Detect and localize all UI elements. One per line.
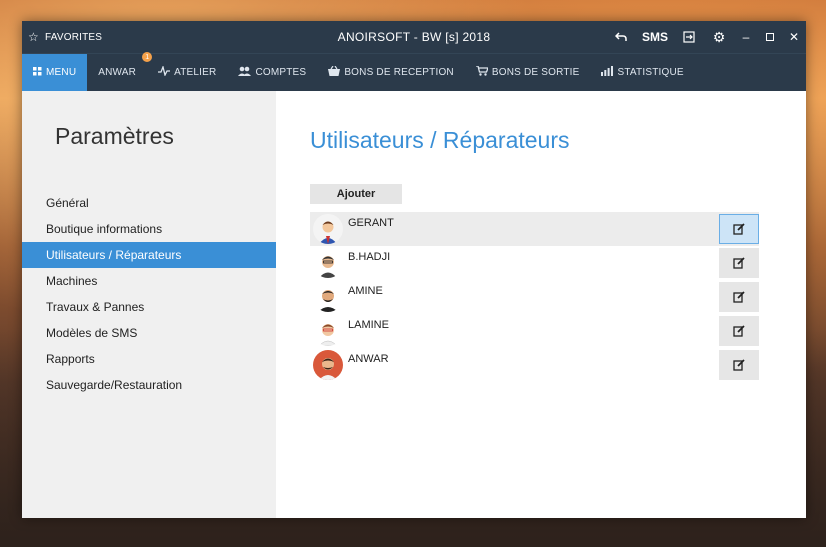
- menu-tab-label: ATELIER: [174, 67, 217, 78]
- bar-chart-icon: [601, 66, 614, 79]
- cart-icon: [475, 65, 489, 79]
- menu-tab-atelier[interactable]: ATELIER: [147, 54, 227, 91]
- user-name: AMINE: [348, 285, 383, 297]
- user-name: GERANT: [348, 217, 394, 229]
- menu-tab-bons-sortie[interactable]: BONS DE SORTIE: [465, 54, 591, 91]
- sidebar-item-travaux[interactable]: Travaux & Pannes: [22, 294, 276, 320]
- menu-tab-label: COMPTES: [255, 67, 307, 78]
- title-actions: SMS ⚙ – ✕: [606, 21, 806, 53]
- export-button[interactable]: [674, 21, 704, 53]
- sidebar-title: Paramètres: [55, 123, 174, 149]
- menu-bar: MENU ANWAR 1 ATELIER COMPTES BONS DE REC…: [22, 52, 806, 91]
- edit-user-button[interactable]: [719, 350, 759, 380]
- settings-button[interactable]: ⚙: [704, 21, 734, 53]
- maximize-button[interactable]: [758, 21, 782, 53]
- minimize-icon: –: [742, 30, 750, 44]
- settings-sidebar: Paramètres Général Boutique informations…: [22, 91, 276, 518]
- pulse-icon: [158, 64, 171, 79]
- avatar: [313, 214, 343, 244]
- avatar: [313, 282, 343, 312]
- edit-user-button[interactable]: [719, 248, 759, 278]
- menu-tab-label: BONS DE RECEPTION: [344, 67, 454, 78]
- menu-tab-label: BONS DE SORTIE: [491, 67, 580, 78]
- edit-icon: [733, 257, 745, 269]
- sidebar-item-general[interactable]: Général: [22, 190, 276, 216]
- edit-icon: [733, 325, 745, 337]
- avatar: [313, 248, 343, 278]
- sidebar-item-sms-models[interactable]: Modèles de SMS: [22, 320, 276, 346]
- sidebar-item-machines[interactable]: Machines: [22, 268, 276, 294]
- user-name: B.HADJI: [348, 251, 391, 263]
- menu-tab-bons-reception[interactable]: BONS DE RECEPTION: [317, 54, 465, 91]
- menu-tab-anwar[interactable]: ANWAR 1: [87, 52, 153, 91]
- close-icon: ✕: [788, 30, 800, 44]
- menu-tab-label: ANWAR: [98, 67, 137, 78]
- edit-icon: [733, 223, 745, 235]
- sms-button[interactable]: SMS: [636, 21, 674, 53]
- gear-icon: ⚙: [712, 28, 726, 45]
- page-title: Utilisateurs / Réparateurs: [310, 127, 570, 153]
- menu-tab-menu[interactable]: MENU: [22, 54, 88, 91]
- main-panel: Utilisateurs / Réparateurs Ajouter GERAN…: [276, 91, 806, 518]
- app-window: ☆ FAVORITES ANOIRSOFT - BW [s] 2018 SMS …: [22, 21, 806, 518]
- export-icon: [683, 31, 695, 43]
- undo-button[interactable]: [606, 21, 636, 53]
- users-icon: [238, 66, 252, 79]
- menu-tab-label: STATISTIQUE: [617, 67, 684, 78]
- menu-tab-label: MENU: [46, 67, 77, 78]
- edit-user-button[interactable]: [719, 316, 759, 346]
- edit-user-button[interactable]: [719, 282, 759, 312]
- list-item[interactable]: GERANT: [310, 212, 759, 246]
- user-list: GERANT B.HADJI AMINE LAMINE ANWAR: [310, 212, 759, 382]
- grid-icon: [33, 66, 42, 79]
- menu-tab-comptes[interactable]: COMPTES: [227, 54, 317, 91]
- edit-icon: [733, 359, 745, 371]
- user-name: LAMINE: [348, 319, 389, 331]
- sidebar-item-rapports[interactable]: Rapports: [22, 346, 276, 372]
- list-item[interactable]: ANWAR: [310, 348, 759, 382]
- edit-icon: [733, 291, 745, 303]
- list-item[interactable]: B.HADJI: [310, 246, 759, 280]
- sidebar-item-sauvegarde[interactable]: Sauvegarde/Restauration: [22, 372, 276, 398]
- basket-icon: [328, 65, 341, 79]
- close-button[interactable]: ✕: [782, 21, 806, 53]
- user-name: ANWAR: [348, 353, 389, 365]
- edit-user-button[interactable]: [719, 214, 759, 244]
- undo-icon: [615, 32, 627, 41]
- minimize-button[interactable]: –: [734, 21, 758, 53]
- add-user-button[interactable]: Ajouter: [310, 184, 402, 204]
- star-icon: ☆: [28, 30, 39, 44]
- favorites-label: FAVORITES: [44, 31, 103, 43]
- avatar: [313, 316, 343, 346]
- maximize-icon: [766, 33, 774, 41]
- sidebar-item-utilisateurs[interactable]: Utilisateurs / Réparateurs: [22, 242, 276, 268]
- menu-tab-statistique[interactable]: STATISTIQUE: [590, 54, 694, 91]
- avatar: [313, 350, 343, 380]
- list-item[interactable]: LAMINE: [310, 314, 759, 348]
- content-area: Paramètres Général Boutique informations…: [22, 91, 806, 518]
- favorites-button[interactable]: ☆ FAVORITES: [22, 30, 102, 44]
- title-bar: ☆ FAVORITES ANOIRSOFT - BW [s] 2018 SMS …: [22, 21, 806, 53]
- sidebar-item-boutique[interactable]: Boutique informations: [22, 216, 276, 242]
- list-item[interactable]: AMINE: [310, 280, 759, 314]
